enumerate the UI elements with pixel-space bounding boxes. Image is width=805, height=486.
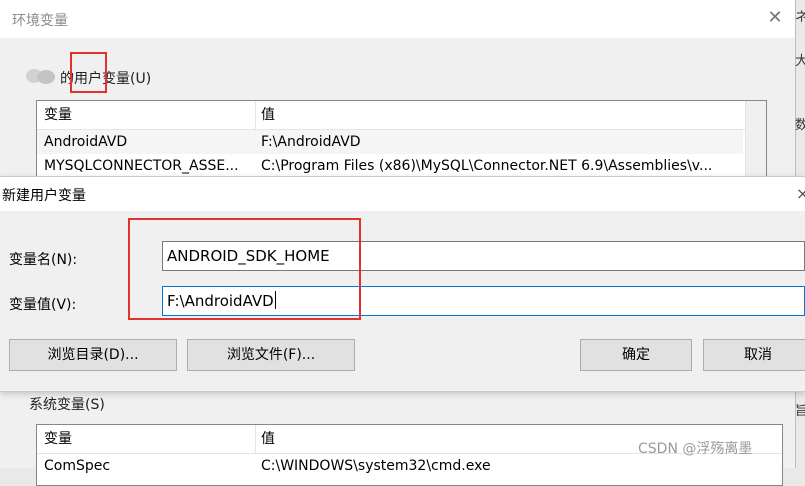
vertical-scrollbar[interactable] [745, 101, 766, 181]
row-variable-name: MYSQLCONNECTOR_ASSE... [44, 158, 239, 174]
system-vars-group-label: 系统变量(S) [29, 397, 105, 413]
row-variable-name: ComSpec [44, 458, 111, 474]
background-window-fragment: 旨 [795, 404, 805, 419]
browse-file-button[interactable]: 浏览文件(F)... [187, 339, 355, 371]
user-vars-list-header: 变量 值 [37, 101, 766, 130]
new-user-variable-titlebar: 新建用户变量 × [0, 177, 805, 211]
ok-button[interactable]: 确定 [580, 339, 692, 371]
user-avatar-icon [26, 69, 55, 84]
variable-value-label: 变量值(V): [9, 297, 77, 313]
new-user-variable-dialog: 新建用户变量 × 变量名(N): ANDROID_SDK_HOME 变量值(V)… [0, 176, 805, 392]
browse-directory-button[interactable]: 浏览目录(D)... [9, 339, 177, 371]
watermark-text: CSDN @浮殇离墨 [638, 441, 753, 457]
column-header-variable[interactable]: 变量 [44, 428, 72, 450]
row-variable-name: AndroidAVD [44, 134, 128, 150]
column-header-variable[interactable]: 变量 [44, 104, 72, 126]
table-row[interactable]: MYSQLCONNECTOR_ASSE... C:\Program Files … [37, 154, 743, 178]
close-icon[interactable]: × [796, 184, 805, 203]
table-row[interactable]: AndroidAVD F:\AndroidAVD [37, 130, 743, 154]
annotation-highlight-box [70, 52, 107, 93]
row-variable-value: F:\AndroidAVD [261, 134, 361, 150]
variable-name-label: 变量名(N): [9, 252, 78, 268]
dialog-title: 新建用户变量 [2, 188, 86, 204]
env-vars-titlebar: 环境变量 ✕ [0, 0, 795, 38]
close-icon[interactable]: ✕ [764, 6, 786, 30]
background-window-fragment: ネ [795, 10, 805, 25]
row-variable-value: C:\Program Files (x86)\MySQL\Connector.N… [261, 158, 713, 174]
cancel-button[interactable]: 取消 [703, 339, 805, 371]
column-header-value[interactable]: 值 [261, 428, 275, 450]
user-vars-list[interactable]: 变量 值 AndroidAVD F:\AndroidAVD MYSQLCONNE… [36, 100, 767, 182]
row-variable-value: C:\WINDOWS\system32\cmd.exe [261, 458, 491, 474]
background-window-fragment: 大 [795, 54, 805, 69]
column-header-value[interactable]: 值 [261, 104, 275, 126]
annotation-highlight-box [128, 218, 361, 320]
background-window-fragment: 数 [795, 118, 805, 133]
env-vars-title: 环境变量 [12, 13, 68, 29]
